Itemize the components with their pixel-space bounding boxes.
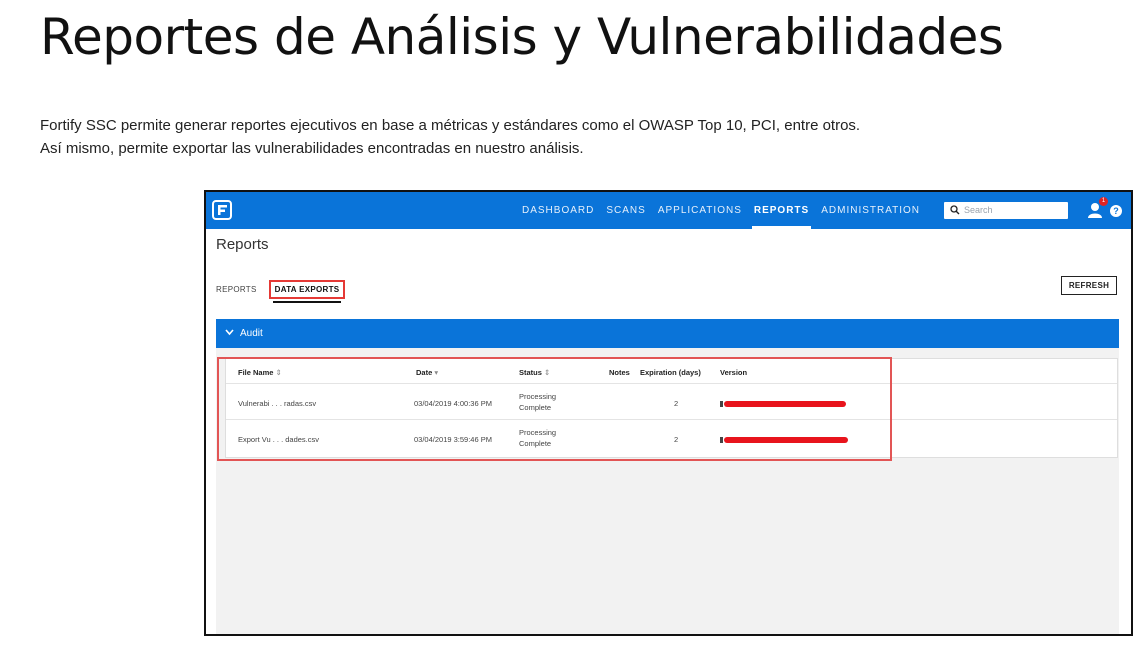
chevron-down-icon — [225, 329, 234, 336]
nav-dashboard[interactable]: DASHBOARD — [516, 192, 600, 229]
refresh-button[interactable]: REFRESH — [1061, 276, 1117, 295]
help-icon[interactable]: ? — [1110, 205, 1122, 217]
nav-scans[interactable]: SCANS — [600, 192, 651, 229]
subtabs: REPORTS DATA EXPORTS — [216, 280, 346, 303]
nav-administration[interactable]: ADMINISTRATION — [815, 192, 926, 229]
slide-description-line-1: Fortify SSC permite generar reportes eje… — [40, 117, 861, 134]
search-icon — [950, 205, 960, 215]
nav-reports[interactable]: REPORTS — [748, 192, 815, 229]
table-highlight-box — [217, 357, 892, 461]
app-screenshot: DASHBOARD SCANS APPLICATIONS REPORTS ADM… — [204, 190, 1133, 636]
section-label: Audit — [240, 328, 263, 339]
slide-title: Reportes de Análisis y Vulnerabilidades — [40, 8, 1004, 66]
audit-section-header[interactable]: Audit — [216, 319, 1119, 348]
fortify-logo-icon[interactable] — [212, 200, 232, 220]
search-placeholder: Search — [964, 205, 993, 215]
nav-applications[interactable]: APPLICATIONS — [652, 192, 748, 229]
slide-description: Fortify SSC permite generar reportes eje… — [40, 114, 860, 160]
slide-description-line-2: Así mismo, permite exportar las vulnerab… — [40, 140, 584, 157]
page-title: Reports — [216, 236, 269, 253]
search-input[interactable]: Search — [944, 202, 1068, 219]
top-navigation-bar: DASHBOARD SCANS APPLICATIONS REPORTS ADM… — [206, 192, 1131, 229]
tab-data-exports[interactable]: DATA EXPORTS — [268, 280, 346, 303]
main-nav: DASHBOARD SCANS APPLICATIONS REPORTS ADM… — [516, 192, 926, 229]
notification-badge: 1 — [1099, 197, 1108, 206]
tab-reports[interactable]: REPORTS — [216, 285, 257, 294]
